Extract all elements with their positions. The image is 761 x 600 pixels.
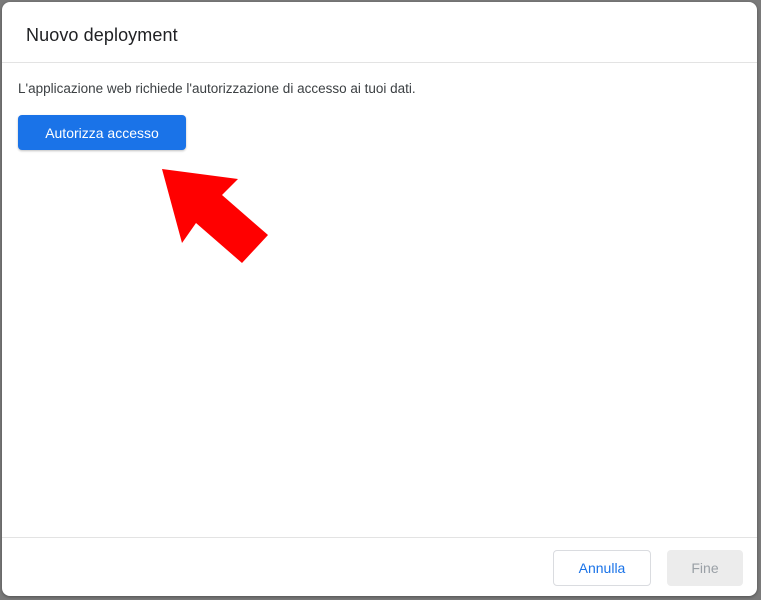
cancel-button[interactable]: Annulla <box>553 550 651 586</box>
authorization-message: L'applicazione web richiede l'autorizzaz… <box>18 81 416 96</box>
dialog-header: Nuovo deployment <box>2 2 757 63</box>
dialog-footer: Annulla Fine <box>2 537 757 596</box>
dialog-title: Nuovo deployment <box>26 25 178 45</box>
new-deployment-dialog: Nuovo deployment L'applicazione web rich… <box>2 2 757 596</box>
dialog-body: L'applicazione web richiede l'autorizzaz… <box>2 63 757 539</box>
red-arrow-icon <box>162 169 268 263</box>
authorize-access-button[interactable]: Autorizza accesso <box>18 115 186 150</box>
done-button: Fine <box>667 550 743 586</box>
arrow-shape <box>162 169 268 263</box>
